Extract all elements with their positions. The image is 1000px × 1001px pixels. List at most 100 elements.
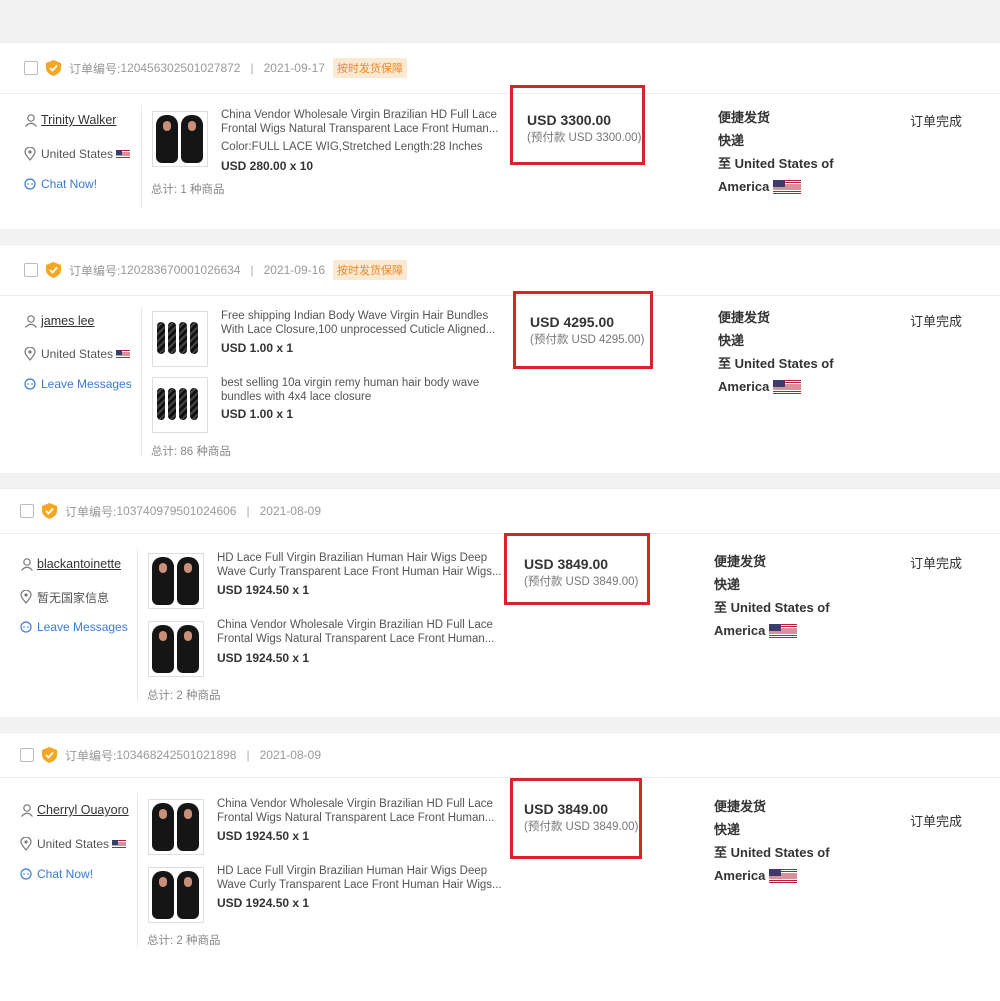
buyer-name-row[interactable]: james lee	[24, 314, 95, 328]
chat-now-link[interactable]: Chat Now!	[24, 177, 97, 191]
product-image[interactable]	[148, 867, 204, 923]
wig-photo	[177, 803, 199, 851]
header-separator: |	[246, 748, 250, 762]
us-flag-icon	[116, 350, 131, 358]
contact-label[interactable]: Leave Messages	[37, 620, 128, 634]
product-image[interactable]	[152, 377, 208, 433]
product-title-line1[interactable]: HD Lace Full Virgin Brazilian Human Hair…	[217, 552, 502, 566]
order-card: 订单编号: 103468242501021898 | 2021-08-09 Che…	[0, 732, 1000, 1001]
order-date: 2021-09-16	[263, 263, 325, 277]
wig-photo	[152, 557, 174, 605]
order-number-label: 订单编号:	[65, 748, 117, 763]
order-header: 订单编号: 120456302501027872 | 2021-09-17 按时发…	[0, 43, 1000, 94]
order-checkbox[interactable]	[24, 263, 38, 277]
product-image[interactable]	[148, 621, 204, 677]
product-image[interactable]	[152, 311, 208, 367]
product-title-line1[interactable]: Free shipping Indian Body Wave Virgin Ha…	[221, 310, 506, 324]
product-title-link[interactable]: China Vendor Wholesale Virgin Brazilian …	[217, 798, 502, 825]
product-title-link[interactable]: best selling 10a virgin remy human hair …	[221, 377, 506, 404]
order-price: USD 3849.00	[524, 801, 609, 817]
unit-price: USD 1.00 x 1	[221, 341, 294, 355]
shipping-info: 便捷发货 快递 至 United States of America	[718, 306, 834, 398]
buyer-location: United States	[37, 837, 110, 851]
order-status: 订单完成	[910, 114, 963, 129]
shipping-method: 便捷发货	[714, 554, 767, 569]
wig-photo	[177, 557, 199, 605]
order-date: 2021-09-17	[263, 61, 325, 75]
shield-badge-icon	[42, 503, 57, 519]
unit-price: USD 1924.50 x 1	[217, 896, 310, 910]
product-image[interactable]	[152, 111, 208, 167]
column-divider	[141, 105, 142, 209]
order-checkbox[interactable]	[20, 504, 34, 518]
buyer-name-row[interactable]: blackantoinette	[20, 557, 121, 571]
order-checkbox[interactable]	[24, 61, 38, 75]
order-checkbox[interactable]	[20, 748, 34, 762]
shipping-destination: 至 United States of	[714, 600, 830, 615]
shipping-info: 便捷发货 快递 至 United States of America	[718, 106, 834, 198]
page-gap	[0, 472, 1000, 488]
product-title-line2[interactable]: Frontal Wigs Natural Transparent Lace Fr…	[217, 633, 502, 647]
location-pin-icon	[20, 590, 32, 604]
buyer-name-row[interactable]: Cherryl Ouayoro	[20, 803, 129, 817]
product-title-link[interactable]: HD Lace Full Virgin Brazilian Human Hair…	[217, 552, 502, 579]
buyer-name-link[interactable]: Trinity Walker	[41, 113, 116, 127]
destination-country: America	[718, 179, 770, 194]
on-time-badge: 按时发货保障	[333, 58, 407, 78]
shipping-destination: 至 United States of	[714, 845, 830, 860]
product-title-line2[interactable]: Wave Curly Transparent Lace Front Human …	[217, 879, 502, 893]
chat-now-link[interactable]: Chat Now!	[20, 867, 93, 881]
location-pin-icon	[20, 837, 32, 851]
order-price: USD 3849.00	[524, 556, 609, 572]
us-flag-icon	[769, 868, 798, 883]
wig-photo	[152, 871, 174, 919]
shield-badge-icon	[46, 262, 61, 278]
leave-messages-link[interactable]: Leave Messages	[24, 377, 132, 391]
unit-price: USD 1924.50 x 1	[217, 583, 310, 597]
item-total: 总计: 1 种商品	[151, 184, 225, 196]
shipping-destination-country: America	[714, 864, 830, 887]
contact-label[interactable]: Leave Messages	[41, 377, 132, 391]
shipping-method: 便捷发货	[718, 110, 771, 125]
page-gap	[0, 228, 1000, 244]
product-image[interactable]	[148, 553, 204, 609]
product-title-line1[interactable]: HD Lace Full Virgin Brazilian Human Hair…	[217, 865, 502, 879]
contact-label[interactable]: Chat Now!	[37, 867, 93, 881]
product-title-link[interactable]: HD Lace Full Virgin Brazilian Human Hair…	[217, 865, 502, 892]
buyer-location-row: United States	[24, 147, 131, 161]
product-title-line1[interactable]: China Vendor Wholesale Virgin Brazilian …	[217, 619, 502, 633]
shield-badge-icon	[46, 60, 61, 76]
shipping-destination-country: America	[718, 375, 834, 398]
price-highlight-box: USD 3849.00 (预付款 USD 3849.00)	[504, 533, 650, 605]
leave-messages-link[interactable]: Leave Messages	[20, 620, 128, 634]
product-title-line2[interactable]: Wave Curly Transparent Lace Front Human …	[217, 566, 502, 580]
header-separator: |	[246, 504, 250, 518]
shipping-type: 快递	[714, 822, 741, 837]
product-title-link[interactable]: China Vendor Wholesale Virgin Brazilian …	[221, 109, 506, 136]
product-title-line2[interactable]: With Lace Closure,100 unprocessed Cuticl…	[221, 324, 506, 338]
product-title-line1[interactable]: China Vendor Wholesale Virgin Brazilian …	[221, 109, 506, 123]
location-pin-icon	[24, 147, 36, 161]
shipping-destination: 至 United States of	[718, 156, 834, 171]
buyer-location-row: United States	[24, 347, 131, 361]
product-title-line2[interactable]: bundles with 4x4 lace closure	[221, 391, 506, 405]
prepayment-amount: (预付款 USD 3849.00)	[524, 576, 639, 588]
product-title-line2[interactable]: Frontal Wigs Natural Transparent Lace Fr…	[221, 123, 506, 137]
user-icon	[21, 804, 33, 817]
buyer-name-link[interactable]: james lee	[41, 314, 95, 328]
buyer-location-row: 暂无国家信息	[20, 590, 109, 605]
product-title-link[interactable]: Free shipping Indian Body Wave Virgin Ha…	[221, 310, 506, 337]
item-total: 总计: 2 种商品	[147, 690, 221, 702]
product-title-line1[interactable]: China Vendor Wholesale Virgin Brazilian …	[217, 798, 502, 812]
contact-label[interactable]: Chat Now!	[41, 177, 97, 191]
product-image[interactable]	[148, 799, 204, 855]
order-date: 2021-08-09	[259, 504, 321, 518]
chat-icon	[24, 378, 36, 390]
product-title-line2[interactable]: Frontal Wigs Natural Transparent Lace Fr…	[217, 812, 502, 826]
buyer-name-link[interactable]: Cherryl Ouayoro	[37, 803, 129, 817]
buyer-name-link[interactable]: blackantoinette	[37, 557, 121, 571]
product-title-line1[interactable]: best selling 10a virgin remy human hair …	[221, 377, 506, 391]
product-title-link[interactable]: China Vendor Wholesale Virgin Brazilian …	[217, 619, 502, 646]
buyer-name-row[interactable]: Trinity Walker	[24, 113, 116, 127]
chat-icon	[20, 621, 32, 633]
